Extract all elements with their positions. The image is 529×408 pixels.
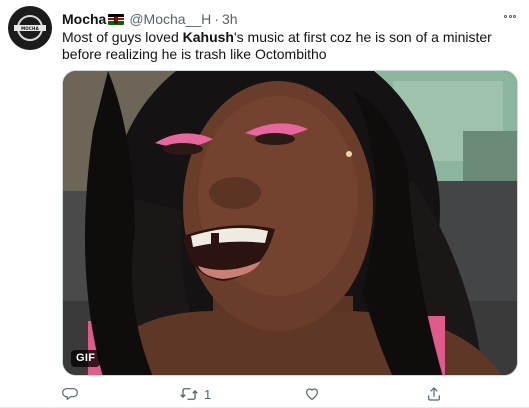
timestamp[interactable]: 3h <box>222 10 238 28</box>
share-icon <box>426 386 442 402</box>
avatar[interactable]: MOCHA <box>8 6 52 50</box>
author-handle[interactable]: @Mocha__H <box>129 10 211 28</box>
author-name[interactable]: Mocha <box>62 10 106 28</box>
heart-icon <box>304 386 320 402</box>
tweet-text: Most of guys loved Kahush's music at fir… <box>62 29 522 63</box>
gif-frame <box>63 71 517 375</box>
tweet-actions: 1 <box>62 384 522 404</box>
retweet-count: 1 <box>204 386 212 402</box>
tweet-text-bold: Kahush <box>182 29 234 45</box>
kenya-flag-icon <box>108 13 125 25</box>
share-button[interactable] <box>426 384 448 404</box>
more-icon[interactable] <box>500 7 520 25</box>
reply-icon <box>62 386 78 402</box>
like-button[interactable] <box>304 384 326 404</box>
avatar-logo-text: MOCHA <box>21 26 39 31</box>
tweet-card[interactable]: MOCHA Mocha @Mocha__H · 3h Most of guys … <box>0 0 529 408</box>
reply-button[interactable] <box>62 384 84 404</box>
tweet-text-start: Most of guys loved <box>62 29 183 45</box>
retweet-button[interactable]: 1 <box>180 384 211 404</box>
gif-badge: GIF <box>71 350 101 367</box>
tweet-header: Mocha @Mocha__H · 3h <box>62 10 238 28</box>
retweet-icon <box>180 386 198 402</box>
gif-media[interactable]: GIF <box>62 70 518 376</box>
separator-dot: · <box>214 11 219 27</box>
